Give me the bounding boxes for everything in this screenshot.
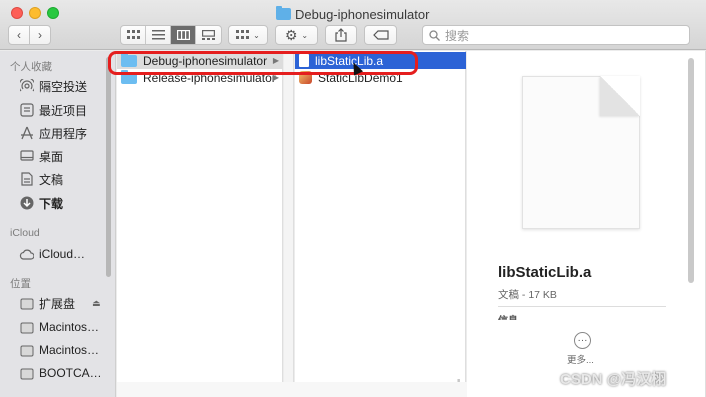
close-window-button[interactable] [11, 7, 23, 19]
sidebar-item-label: iCloud… [39, 247, 86, 261]
sidebar-item-label: 下载 [39, 196, 64, 211]
search-icon [429, 29, 440, 41]
column-1: Debug-iphonesimulator ▶ Release-iphonesi… [117, 51, 288, 397]
window-title-text: Debug-iphonesimulator [295, 6, 430, 22]
document-preview-icon [522, 76, 640, 229]
window-title: Debug-iphonesimulator [276, 6, 429, 22]
tag-icon [372, 30, 389, 40]
finder-window: Debug-iphonesimulator ‹ › ⌄ ⚙ ⌄ 搜索 个人收藏 … [0, 0, 706, 397]
grid-icon [236, 30, 250, 39]
gear-icon: ⚙ [284, 26, 298, 43]
sidebar-item-label: 桌面 [39, 149, 64, 164]
preview-info-header: 信息 [498, 312, 518, 320]
list-view-button[interactable] [146, 26, 171, 44]
forward-button[interactable]: › [29, 25, 51, 45]
more-button-label[interactable]: 更多... [567, 352, 594, 366]
gallery-view-button[interactable] [196, 26, 221, 44]
icon-view-button[interactable] [121, 26, 146, 44]
airdrop-icon [19, 79, 34, 94]
group-by-button[interactable]: ⌄ [228, 25, 268, 45]
sidebar-item-macintosh-1[interactable]: Macintos… [19, 318, 99, 336]
gallery-icon [202, 30, 215, 40]
preview-file-meta: 文稿 - 17 KB [498, 289, 557, 301]
title-toolbar: Debug-iphonesimulator ‹ › ⌄ ⚙ ⌄ 搜索 [0, 0, 706, 50]
share-button[interactable] [325, 25, 357, 45]
more-icon[interactable]: ··· [574, 332, 591, 349]
list-icon [151, 30, 165, 40]
search-placeholder: 搜索 [445, 28, 470, 43]
chevron-right-icon: › [38, 28, 42, 42]
preview-scrollbar[interactable] [688, 58, 694, 283]
back-button[interactable]: ‹ [8, 25, 30, 45]
documents-icon [19, 172, 34, 187]
column-divider[interactable] [284, 51, 294, 397]
sidebar-item-macintosh-2[interactable]: Macintos… [19, 341, 99, 359]
sidebar-item-label: 隔空投送 [39, 79, 88, 94]
eject-icon[interactable]: ⏏ [92, 298, 101, 309]
sidebar-item-label: 最近项目 [39, 103, 88, 118]
watermark: CSDN @冯汉栩 [560, 371, 667, 388]
drive-icon [19, 343, 34, 358]
annotation-highlight-box [108, 51, 418, 75]
sidebar-section-favorites: 个人收藏 [10, 61, 52, 73]
sidebar-item-label: Macintos… [39, 320, 100, 334]
sidebar-item-recents[interactable]: 最近项目 [19, 101, 87, 119]
sidebar-item-label: Macintos… [39, 343, 100, 357]
sidebar-item-airdrop[interactable]: 隔空投送 [19, 77, 87, 95]
sidebar-item-downloads[interactable]: 下载 [19, 194, 63, 212]
chevron-left-icon: ‹ [17, 28, 21, 42]
view-mode-switcher [120, 25, 222, 45]
drive-icon [19, 366, 34, 381]
chevron-down-icon: ⌄ [253, 30, 260, 40]
drive-icon [19, 296, 34, 311]
recents-icon [19, 103, 34, 118]
sidebar-section-icloud: iCloud [10, 227, 40, 239]
sidebar-item-desktop[interactable]: 桌面 [19, 147, 63, 165]
applications-icon [19, 126, 34, 141]
sidebar-item-label: 应用程序 [39, 126, 88, 141]
sidebar: 个人收藏 隔空投送 最近项目 应用程序 桌面 文稿 下载 iCloud iClo… [0, 51, 116, 397]
share-icon [335, 28, 347, 42]
sidebar-item-icloud-drive[interactable]: iCloud… [19, 245, 85, 263]
sidebar-item-label: 扩展盘 [39, 296, 76, 311]
sidebar-item-external-drive[interactable]: 扩展盘 ⏏ [19, 294, 101, 312]
sidebar-item-label: BOOTCA… [39, 366, 102, 380]
zoom-window-button[interactable] [47, 7, 59, 19]
grid-icon [126, 30, 140, 39]
folder-icon [276, 6, 291, 20]
column-view-button[interactable] [171, 26, 196, 44]
downloads-icon [19, 196, 34, 211]
action-button[interactable]: ⚙ ⌄ [275, 25, 318, 45]
sidebar-item-bootcamp[interactable]: BOOTCA… [19, 364, 102, 382]
desktop-icon [19, 149, 34, 164]
sidebar-item-documents[interactable]: 文稿 [19, 170, 63, 188]
sidebar-item-label: 文稿 [39, 172, 64, 187]
sidebar-section-locations: 位置 [10, 278, 31, 290]
minimize-window-button[interactable] [29, 7, 41, 19]
cloud-icon [19, 247, 34, 262]
preview-divider [498, 306, 666, 307]
drive-icon [19, 320, 34, 335]
columns-icon [176, 30, 190, 40]
chevron-down-icon: ⌄ [301, 30, 309, 40]
column-2: libStaticLib.a StaticLibDemo1 || [295, 51, 466, 397]
tag-button[interactable] [364, 25, 397, 45]
search-field[interactable]: 搜索 [422, 25, 690, 45]
sidebar-scrollbar[interactable] [106, 57, 111, 277]
sidebar-item-applications[interactable]: 应用程序 [19, 124, 87, 142]
preview-file-name: libStaticLib.a [498, 264, 592, 281]
column-footer [117, 382, 467, 397]
